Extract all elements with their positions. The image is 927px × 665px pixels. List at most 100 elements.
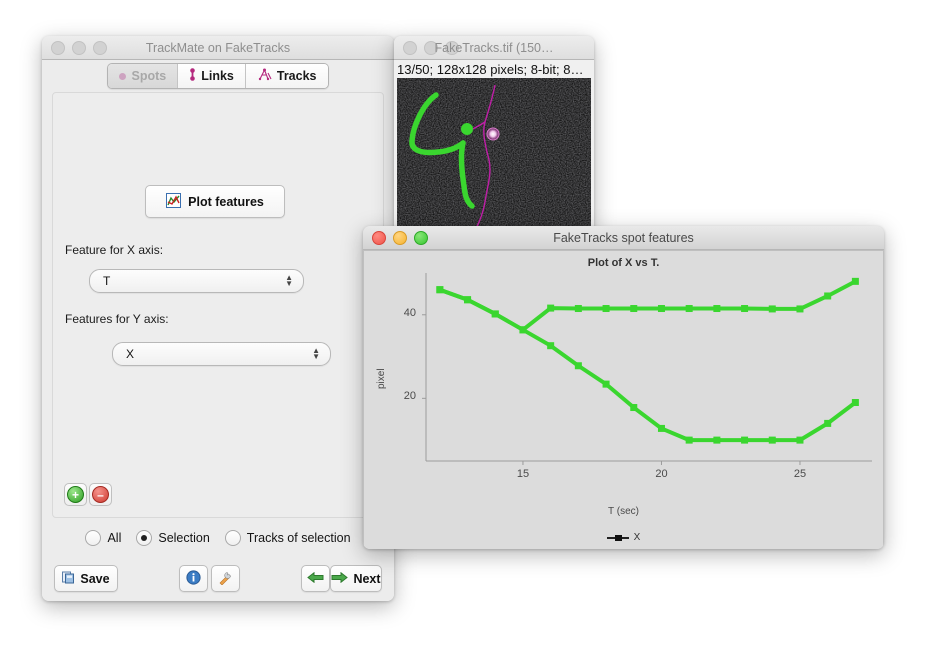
radio-all-label: All (107, 531, 121, 545)
minus-icon: – (92, 486, 109, 503)
settings-button[interactable] (211, 565, 240, 592)
plot-features-button[interactable]: Plot features (145, 185, 285, 218)
x-axis-feature-value: T (103, 274, 110, 288)
chart-point (713, 437, 720, 444)
close-button[interactable] (51, 41, 65, 55)
wrench-icon (218, 570, 233, 588)
close-button[interactable] (403, 41, 417, 55)
close-button[interactable] (372, 231, 386, 245)
chart-point (686, 437, 693, 444)
save-button[interactable]: Save (54, 565, 118, 592)
chart-point (547, 305, 554, 312)
image-window: FakeTracks.tif (150… 13/50; 128x128 pixe… (394, 36, 594, 232)
chart-legend: X (364, 532, 883, 543)
chart-point (658, 305, 665, 312)
info-button[interactable] (179, 565, 208, 592)
image-status-text: 13/50; 128x128 pixels; 8-bit; 8… (394, 60, 594, 78)
plot-window-controls[interactable] (363, 231, 428, 245)
link-icon (189, 68, 196, 84)
x-axis-feature-select[interactable]: T ▲▼ (89, 269, 304, 293)
chart-point (769, 437, 776, 444)
radio-all-indicator (85, 530, 101, 546)
chart-point (547, 342, 554, 349)
legend-label-0: X (634, 532, 641, 543)
chart-line-1 (440, 290, 856, 440)
image-canvas[interactable] (397, 78, 591, 230)
trackmate-window: TrackMate on FakeTracks Spots (42, 36, 394, 601)
chart-point (492, 310, 499, 317)
chevron-updown-icon: ▲▼ (312, 348, 320, 360)
plus-icon: + (67, 486, 84, 503)
add-feature-button[interactable]: + (64, 483, 87, 506)
tab-spots[interactable]: Spots (108, 64, 178, 88)
tab-links[interactable]: Links (178, 64, 246, 88)
plot-features-label: Plot features (188, 195, 264, 209)
tab-tracks-label: Tracks (277, 69, 317, 83)
x-axis-feature-label: Feature for X axis: (65, 243, 163, 257)
plot-titlebar[interactable]: FakeTracks spot features (363, 226, 884, 250)
zoom-button[interactable] (414, 231, 428, 245)
trackmate-body: Spots Links (42, 60, 394, 601)
chart-point (824, 292, 831, 299)
y-axis-feature-select[interactable]: X ▲▼ (112, 342, 331, 366)
chart-point (796, 437, 803, 444)
scope-radio-group: All Selection Tracks of selection (42, 530, 394, 546)
chart-point (713, 305, 720, 312)
info-icon (186, 570, 201, 588)
radio-selection[interactable]: Selection (136, 530, 209, 546)
chart-point (852, 278, 859, 285)
plot-window-title: FakeTracks spot features (363, 231, 884, 245)
track-icon (257, 68, 272, 84)
radio-all[interactable]: All (85, 530, 121, 546)
chart-point (796, 305, 803, 312)
radio-tracks-of-selection-label: Tracks of selection (247, 531, 351, 545)
plot-window: FakeTracks spot features Plot of X vs T.… (363, 226, 884, 549)
screen: TrackMate on FakeTracks Spots (0, 0, 927, 665)
minimize-button[interactable] (72, 41, 86, 55)
save-icon (62, 571, 75, 587)
chart-point (686, 305, 693, 312)
next-label: Next (353, 572, 380, 586)
image-window-controls[interactable] (394, 41, 459, 55)
radio-selection-label: Selection (158, 531, 209, 545)
trackmate-titlebar[interactable]: TrackMate on FakeTracks (42, 36, 394, 60)
bottom-toolbar: Save (54, 565, 382, 592)
chart-point (769, 305, 776, 312)
radio-tracks-of-selection[interactable]: Tracks of selection (225, 530, 351, 546)
chevron-updown-icon: ▲▼ (285, 275, 293, 287)
y-axis-feature-value: X (126, 347, 134, 361)
zoom-button[interactable] (93, 41, 107, 55)
chart-point (630, 305, 637, 312)
radio-tracks-of-selection-indicator (225, 530, 241, 546)
chart-point (575, 305, 582, 312)
chart-point (630, 404, 637, 411)
minimize-button[interactable] (424, 41, 438, 55)
feature-panel: Plot features Feature for X axis: T ▲▼ F… (52, 92, 384, 518)
zoom-button[interactable] (445, 41, 459, 55)
minimize-button[interactable] (393, 231, 407, 245)
save-label: Save (80, 572, 109, 586)
chart-point (436, 286, 443, 293)
chart-line-0 (440, 281, 856, 329)
tab-spots-label: Spots (131, 69, 166, 83)
next-button[interactable]: Next (330, 565, 382, 592)
chart-point (658, 425, 665, 432)
chart-point (464, 296, 471, 303)
chart-point (519, 326, 526, 333)
radio-selection-indicator (136, 530, 152, 546)
tab-tracks[interactable]: Tracks (246, 64, 328, 88)
plot-body: Plot of X vs T. pixel T (sec) 2040 15202… (363, 250, 884, 549)
chart-point (741, 437, 748, 444)
window-controls[interactable] (42, 41, 107, 55)
chart-point (741, 305, 748, 312)
image-titlebar[interactable]: FakeTracks.tif (150… (394, 36, 594, 60)
previous-button[interactable] (301, 565, 330, 592)
remove-feature-button[interactable]: – (89, 483, 112, 506)
tab-bar: Spots Links (42, 63, 394, 88)
chart-icon (166, 193, 181, 211)
spot-icon (119, 73, 126, 80)
chart-point (852, 399, 859, 406)
chart-point (575, 362, 582, 369)
chart-point (603, 305, 610, 312)
chart-point (603, 381, 610, 388)
